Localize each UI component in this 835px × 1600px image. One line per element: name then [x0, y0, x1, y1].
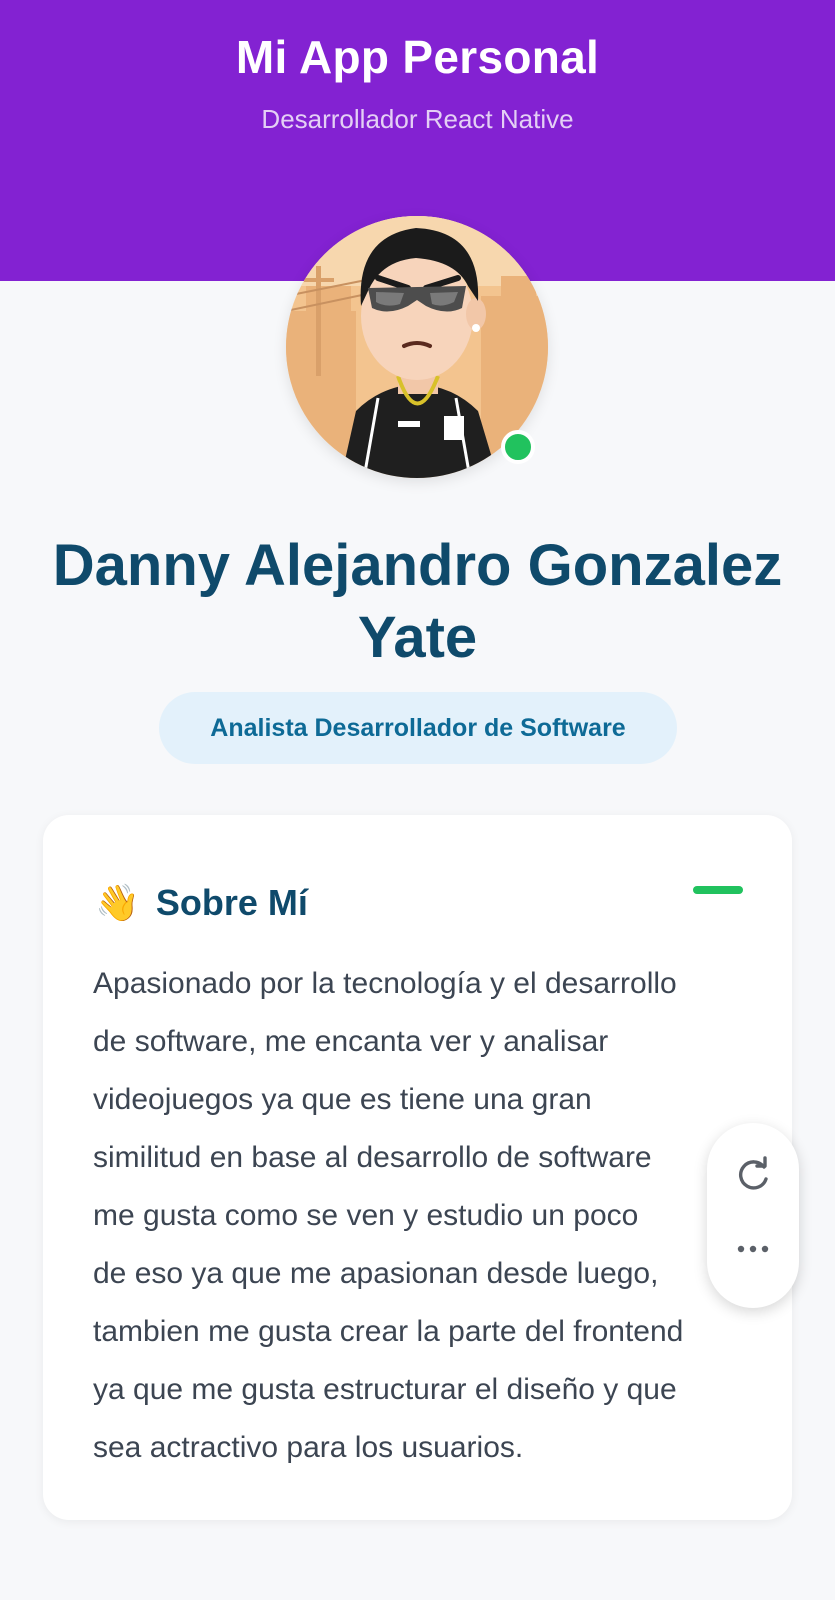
about-card-header[interactable]: 👋 Sobre Mí [95, 873, 308, 933]
profile-screen: Mi App Personal Desarrollador React Nati… [0, 0, 835, 1600]
waving-hand-icon: 👋 [95, 882, 140, 923]
floating-action-panel [707, 1123, 799, 1308]
role-badge: Analista Desarrollador de Software [159, 692, 677, 764]
more-horizontal-icon[interactable] [729, 1237, 777, 1261]
app-title: Mi App Personal [235, 31, 600, 83]
profile-name: Danny Alejandro Gonzalez Yate [52, 533, 783, 670]
avatar[interactable] [286, 216, 548, 478]
about-text: Apasionado por la tecnología y el desarr… [93, 967, 684, 1464]
about-card: 👋 Sobre Mí Apasionado por la tecnología … [43, 815, 792, 1520]
about-card-title: Sobre Mí [155, 882, 308, 923]
collapse-indicator[interactable] [693, 886, 743, 894]
app-subtitle: Desarrollador React Native [261, 104, 574, 134]
refresh-icon[interactable] [733, 1155, 773, 1195]
online-status-dot [501, 430, 535, 464]
